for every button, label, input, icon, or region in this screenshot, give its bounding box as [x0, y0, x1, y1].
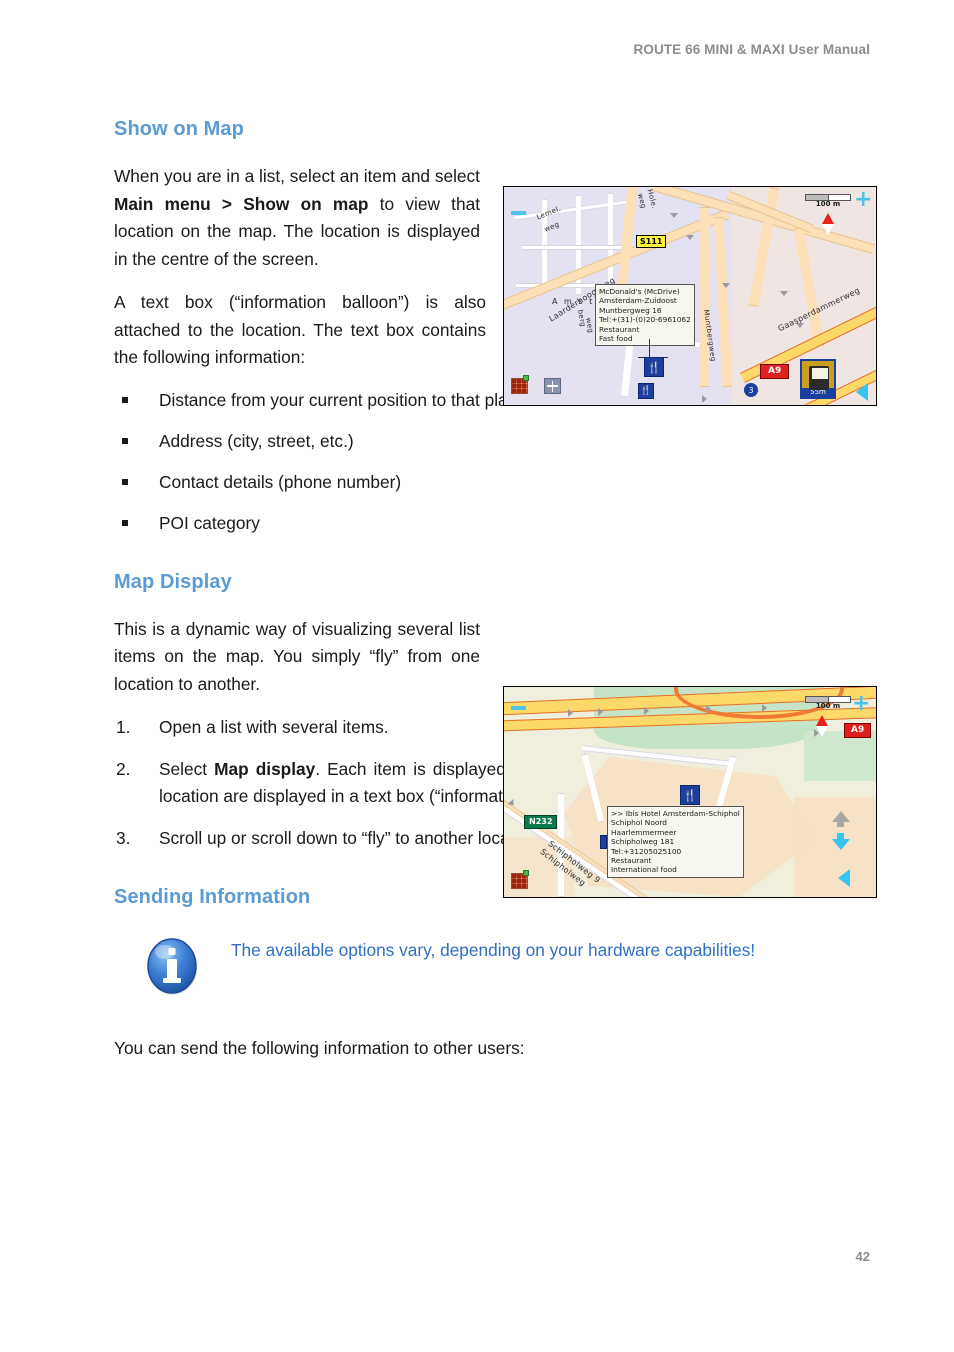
document-page: ROUTE 66 MINI & MAXI User Manual Show on…: [0, 0, 954, 1352]
bullet-text: POI category: [159, 512, 260, 533]
balloon-line: International food: [611, 865, 677, 875]
map1-scale-bar: 100 m: [805, 194, 851, 208]
step-number: 3.: [116, 827, 131, 848]
map1-pan-crosshair-icon[interactable]: [544, 378, 561, 394]
balloon-line: Tel:+(31)-(0)20-6961062: [599, 315, 691, 325]
map2-road-shield: A9: [844, 723, 872, 738]
step-number: 1.: [116, 717, 131, 737]
bullet-square-icon: [122, 437, 128, 444]
balloon-line: Restaurant: [599, 324, 640, 334]
list-item: Address (city, street, etc.): [114, 429, 870, 453]
map2-information-balloon: >> Ibis Hotel Amsterdam-Schiphol Schipho…: [607, 806, 744, 878]
bullet-square-icon: [122, 519, 128, 526]
balloon-line: Schiphol Noord: [611, 818, 667, 828]
map2-scale-label: 100 m: [815, 702, 841, 710]
paragraph-show-on-map-2: A text box (“information balloon”) is al…: [114, 292, 486, 367]
para1-bold-menu-path: Main menu > Show on map: [114, 193, 369, 214]
step-text: Open a list with several items.: [159, 717, 389, 737]
info-note-callout: The available options vary, depending on…: [114, 937, 870, 999]
page-number: 42: [855, 1249, 870, 1264]
map1-poi-restaurant[interactable]: 🍴: [638, 383, 654, 399]
map2-pan-left-arrow[interactable]: [838, 869, 850, 887]
map2-poi-marker[interactable]: [600, 835, 607, 849]
balloon-line: Tel:+31205025100: [611, 846, 682, 856]
list-balloon-contents: Distance from your current position to t…: [114, 388, 870, 535]
map2-zoom-in-button[interactable]: +: [852, 693, 870, 715]
map2-poi-restaurant-selected[interactable]: 🍴: [680, 785, 700, 805]
info-icon: [142, 935, 204, 997]
list-item: POI category: [114, 511, 870, 535]
heading-show-on-map: Show on Map: [114, 118, 244, 140]
map1-road-shield: S111: [636, 235, 667, 248]
map1-compass-needle: [822, 213, 834, 235]
heading-map-display: Map Display: [114, 570, 232, 593]
step-text-pre: Select: [159, 758, 215, 779]
balloon-line: Amsterdam-Zuidoost: [599, 296, 677, 306]
map2-compass-needle: [816, 715, 828, 737]
balloon-line: Restaurant: [611, 856, 652, 866]
map1-poi-restaurant-selected[interactable]: 🍴: [644, 357, 664, 377]
paragraph-show-on-map-1: When you are in a list, select an item a…: [114, 163, 480, 273]
map1-device-thumbnail[interactable]: 55m: [800, 359, 836, 399]
map1-zoom-in-button[interactable]: +: [854, 189, 872, 211]
map2-zoom-out-button[interactable]: [511, 706, 526, 710]
info-note-text: The available options vary, depending on…: [231, 940, 756, 960]
map1-exit-number: 3: [744, 383, 758, 397]
figure-map-show-on-map: Lemel. weg Hole. weg Laarderhoogtweg A m…: [503, 186, 877, 406]
bullet-text: Contact details (phone number): [159, 471, 402, 492]
map1-street-label: A m s t: [552, 297, 595, 306]
balloon-line: Muntbergweg 16: [599, 305, 662, 315]
para1-part-a: When you are in a list, select an item a…: [114, 166, 480, 186]
balloon-line: Schipholweg 181: [611, 837, 675, 847]
list-item: 1. Open a list with several items.: [114, 714, 570, 742]
map1-scale-label: 100 m: [815, 200, 841, 208]
balloon-line: >> Ibis Hotel Amsterdam-Schiphol: [611, 809, 740, 818]
map2-pan-down-arrow[interactable]: [832, 839, 850, 850]
map1-pan-left-arrow[interactable]: [856, 383, 868, 401]
map1-zoom-out-button[interactable]: [511, 211, 526, 215]
step-number: 2.: [116, 758, 131, 779]
step-text: Scroll up or scroll down to “fly” to ano…: [159, 827, 543, 848]
balloon-line: McDonald's (McDrive): [599, 287, 680, 296]
bullet-square-icon: [122, 478, 128, 485]
paragraph-closing: You can send the following information t…: [114, 1038, 525, 1058]
step-bold-map-display: Map display: [214, 758, 316, 779]
map2-keyboard-icon[interactable]: [511, 870, 529, 889]
balloon-line: Fast food: [599, 334, 633, 344]
map1-keyboard-icon[interactable]: [511, 375, 529, 394]
running-header: ROUTE 66 MINI & MAXI User Manual: [633, 42, 870, 57]
bullet-square-icon: [122, 396, 128, 403]
list-item: Contact details (phone number): [114, 470, 870, 494]
figure-map-map-display: Schipholweg 9 Schipholweg N232 A9 🍴 >> I…: [503, 686, 877, 898]
map2-road-shield: N232: [524, 815, 558, 829]
map1-information-balloon: McDonald's (McDrive) Amsterdam-Zuidoost …: [595, 284, 695, 347]
map1-road-shield: A9: [760, 364, 790, 379]
paragraph-map-display-1: This is a dynamic way of visualizing sev…: [114, 618, 480, 694]
balloon-line: Haarlemmermeer: [611, 827, 677, 837]
bullet-text: Address (city, street, etc.): [159, 430, 354, 451]
bullet-text: Distance from your current position to t…: [159, 389, 526, 410]
map2-scale-bar: 100 m: [805, 696, 851, 710]
